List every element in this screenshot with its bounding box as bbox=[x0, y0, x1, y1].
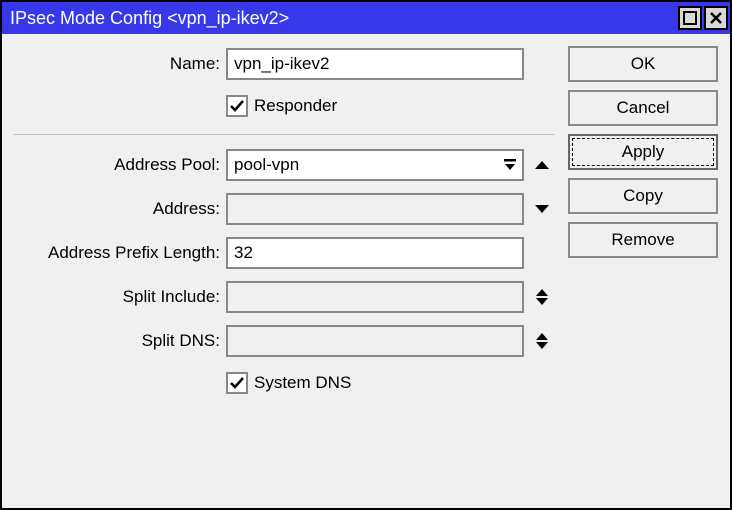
address-row: Address: bbox=[8, 191, 554, 227]
dropdown-bar-icon bbox=[503, 158, 517, 172]
maximize-button[interactable] bbox=[678, 6, 702, 30]
split-dns-combo[interactable] bbox=[226, 325, 524, 357]
split-include-decrement[interactable] bbox=[536, 298, 548, 305]
split-dns-decrement[interactable] bbox=[536, 342, 548, 349]
check-icon bbox=[229, 98, 245, 114]
split-include-row: Split Include: bbox=[8, 279, 554, 315]
split-include-stepper bbox=[530, 281, 554, 313]
split-dns-row: Split DNS: bbox=[8, 323, 554, 359]
name-row: Name: bbox=[8, 46, 554, 82]
address-pool-collapse-button[interactable] bbox=[530, 149, 554, 181]
maximize-icon bbox=[683, 11, 697, 25]
address-pool-dropdown-button[interactable] bbox=[496, 151, 522, 179]
address-pool-row: Address Pool: bbox=[8, 147, 554, 183]
name-input[interactable] bbox=[226, 48, 524, 80]
content-area: Name: Responder Address Pool: bbox=[2, 34, 730, 508]
system-dns-checkbox[interactable] bbox=[226, 372, 248, 394]
arrow-up-icon bbox=[535, 161, 549, 169]
address-pool-label: Address Pool: bbox=[8, 155, 226, 175]
responder-row: Responder bbox=[8, 90, 554, 122]
split-include-increment[interactable] bbox=[536, 289, 548, 296]
apply-button[interactable]: Apply bbox=[568, 134, 718, 170]
address-combo[interactable] bbox=[226, 193, 524, 225]
close-button[interactable] bbox=[704, 6, 728, 30]
address-pool-combo[interactable] bbox=[226, 149, 524, 181]
split-include-combo[interactable] bbox=[226, 281, 524, 313]
form-column: Name: Responder Address Pool: bbox=[8, 46, 554, 496]
ok-button[interactable]: OK bbox=[568, 46, 718, 82]
arrow-down-icon bbox=[535, 205, 549, 213]
address-label: Address: bbox=[8, 199, 226, 219]
remove-button[interactable]: Remove bbox=[568, 222, 718, 258]
split-dns-input[interactable] bbox=[228, 327, 522, 355]
system-dns-row: System DNS bbox=[8, 367, 554, 399]
split-dns-increment[interactable] bbox=[536, 333, 548, 340]
system-dns-label[interactable]: System DNS bbox=[254, 373, 351, 393]
cancel-button[interactable]: Cancel bbox=[568, 90, 718, 126]
titlebar: IPsec Mode Config <vpn_ip-ikev2> bbox=[2, 2, 730, 34]
split-dns-label: Split DNS: bbox=[8, 331, 226, 351]
prefix-label: Address Prefix Length: bbox=[8, 243, 226, 263]
copy-button[interactable]: Copy bbox=[568, 178, 718, 214]
split-include-input[interactable] bbox=[228, 283, 522, 311]
window-title: IPsec Mode Config <vpn_ip-ikev2> bbox=[10, 8, 676, 29]
split-dns-stepper bbox=[530, 325, 554, 357]
prefix-input[interactable] bbox=[226, 237, 524, 269]
responder-label[interactable]: Responder bbox=[254, 96, 337, 116]
separator bbox=[14, 134, 554, 135]
check-icon bbox=[229, 375, 245, 391]
address-pool-input[interactable] bbox=[228, 151, 496, 179]
name-label: Name: bbox=[8, 54, 226, 74]
dialog-window: IPsec Mode Config <vpn_ip-ikev2> Name: R… bbox=[0, 0, 732, 510]
address-expand-button[interactable] bbox=[530, 193, 554, 225]
close-icon bbox=[709, 11, 723, 25]
address-input[interactable] bbox=[228, 195, 522, 223]
buttons-column: OK Cancel Apply Copy Remove bbox=[568, 46, 718, 496]
prefix-row: Address Prefix Length: bbox=[8, 235, 554, 271]
responder-checkbox[interactable] bbox=[226, 95, 248, 117]
split-include-label: Split Include: bbox=[8, 287, 226, 307]
